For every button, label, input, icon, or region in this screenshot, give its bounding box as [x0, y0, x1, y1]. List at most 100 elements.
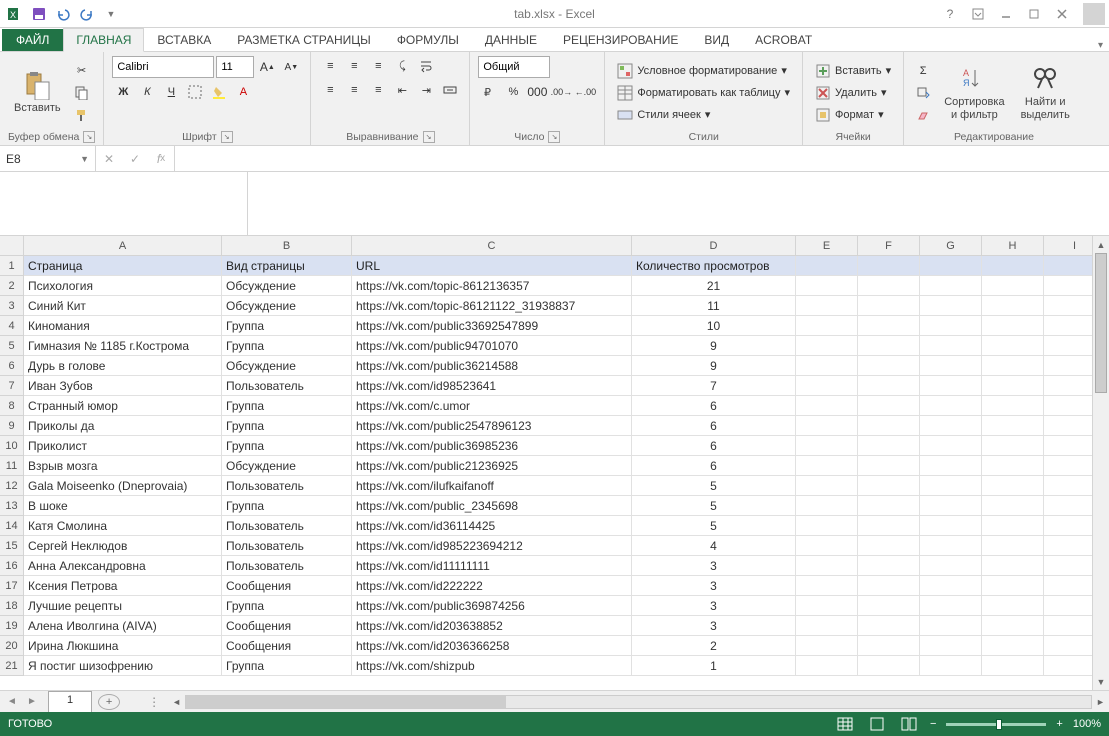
cancel-formula-icon[interactable]: ✕ — [96, 146, 122, 171]
cell[interactable]: 9 — [632, 356, 796, 376]
cell[interactable] — [982, 536, 1044, 556]
cell[interactable]: 6 — [632, 416, 796, 436]
delete-cells-button[interactable]: Удалить ▾ — [811, 83, 895, 103]
cell[interactable]: Пользователь — [222, 556, 352, 576]
cell[interactable] — [920, 256, 982, 276]
row-header[interactable]: 19 — [0, 616, 24, 636]
cell[interactable] — [920, 296, 982, 316]
orientation-icon[interactable]: ⤹ — [391, 56, 413, 76]
zoom-slider[interactable] — [946, 723, 1046, 726]
scroll-track[interactable] — [1093, 253, 1109, 673]
font-dialog-launcher[interactable]: ↘ — [221, 131, 233, 143]
cell[interactable]: Анна Александровна — [24, 556, 222, 576]
row-header[interactable]: 11 — [0, 456, 24, 476]
cell[interactable] — [858, 476, 920, 496]
cell[interactable] — [982, 356, 1044, 376]
name-box[interactable]: E8▼ — [0, 146, 96, 171]
tab-file[interactable]: ФАЙЛ — [2, 29, 63, 51]
align-right-icon[interactable]: ≡ — [367, 80, 389, 100]
row-header[interactable]: 2 — [0, 276, 24, 296]
cell[interactable]: Пользователь — [222, 536, 352, 556]
row-header[interactable]: 18 — [0, 596, 24, 616]
cell[interactable]: https://vk.com/public36214588 — [352, 356, 632, 376]
cell[interactable]: Группа — [222, 656, 352, 676]
format-as-table-button[interactable]: Форматировать как таблицу ▾ — [613, 83, 794, 103]
tab-page-layout[interactable]: РАЗМЕТКА СТРАНИЦЫ — [224, 28, 384, 51]
cell[interactable]: 6 — [632, 396, 796, 416]
decrease-font-icon[interactable]: A▼ — [280, 57, 302, 77]
tab-data[interactable]: ДАННЫЕ — [472, 28, 550, 51]
cell[interactable]: https://vk.com/public33692547899 — [352, 316, 632, 336]
zoom-value[interactable]: 100% — [1073, 718, 1101, 730]
cell[interactable]: Сообщения — [222, 576, 352, 596]
cell[interactable] — [982, 416, 1044, 436]
cell[interactable]: Группа — [222, 336, 352, 356]
cell[interactable] — [920, 576, 982, 596]
align-top-icon[interactable]: ≡ — [319, 56, 341, 76]
align-center-icon[interactable]: ≡ — [343, 80, 365, 100]
cell[interactable] — [920, 436, 982, 456]
cell[interactable] — [796, 436, 858, 456]
cell[interactable]: https://vk.com/id2036366258 — [352, 636, 632, 656]
cell[interactable] — [982, 316, 1044, 336]
cell[interactable] — [920, 416, 982, 436]
cell[interactable]: 9 — [632, 336, 796, 356]
bold-icon[interactable]: Ж — [112, 82, 134, 102]
column-header-e[interactable]: E — [796, 236, 858, 255]
cell[interactable] — [796, 256, 858, 276]
cell[interactable]: 4 — [632, 536, 796, 556]
cell[interactable] — [858, 316, 920, 336]
cell[interactable]: Пользователь — [222, 516, 352, 536]
cell[interactable] — [982, 616, 1044, 636]
cell[interactable]: Группа — [222, 316, 352, 336]
sheet-nav-next-icon[interactable]: ► — [24, 696, 40, 707]
cell[interactable] — [982, 556, 1044, 576]
tab-view[interactable]: ВИД — [691, 28, 742, 51]
clipboard-dialog-launcher[interactable]: ↘ — [83, 131, 95, 143]
cell[interactable]: 3 — [632, 556, 796, 576]
increase-decimal-icon[interactable]: .00→ — [550, 82, 572, 102]
row-header[interactable]: 4 — [0, 316, 24, 336]
row-header[interactable]: 1 — [0, 256, 24, 276]
cell[interactable] — [796, 616, 858, 636]
cell[interactable] — [796, 316, 858, 336]
cell[interactable]: https://vk.com/id985223694212 — [352, 536, 632, 556]
cell[interactable] — [982, 336, 1044, 356]
horizontal-scrollbar[interactable]: ⋮ ◄ ► — [140, 691, 1109, 712]
font-size-select[interactable] — [216, 56, 254, 78]
conditional-formatting-button[interactable]: Условное форматирование ▾ — [613, 61, 794, 81]
cell[interactable] — [796, 536, 858, 556]
cell[interactable]: Группа — [222, 496, 352, 516]
cell[interactable] — [858, 596, 920, 616]
cell[interactable] — [858, 616, 920, 636]
hscroll-left-icon[interactable]: ◄ — [168, 697, 185, 707]
fill-color-icon[interactable] — [208, 82, 230, 102]
cell[interactable] — [796, 516, 858, 536]
cell[interactable]: Группа — [222, 596, 352, 616]
hscroll-track[interactable] — [185, 695, 1092, 709]
column-header-f[interactable]: F — [858, 236, 920, 255]
hscroll-thumb[interactable] — [186, 696, 506, 708]
cell[interactable] — [982, 256, 1044, 276]
clear-icon[interactable] — [912, 105, 934, 125]
row-header[interactable]: 14 — [0, 516, 24, 536]
cell[interactable] — [982, 456, 1044, 476]
cell[interactable] — [982, 596, 1044, 616]
cell[interactable] — [920, 656, 982, 676]
cell[interactable] — [796, 496, 858, 516]
cell[interactable] — [858, 296, 920, 316]
row-header[interactable]: 3 — [0, 296, 24, 316]
cell[interactable] — [796, 276, 858, 296]
cell[interactable] — [796, 456, 858, 476]
cell[interactable]: 5 — [632, 476, 796, 496]
cell[interactable]: Группа — [222, 436, 352, 456]
scroll-thumb[interactable] — [1095, 253, 1107, 393]
cell[interactable]: 3 — [632, 576, 796, 596]
tab-insert[interactable]: ВСТАВКА — [144, 28, 224, 51]
row-header[interactable]: 16 — [0, 556, 24, 576]
cell[interactable]: Пользователь — [222, 376, 352, 396]
merge-center-icon[interactable] — [439, 80, 461, 100]
cell[interactable] — [920, 596, 982, 616]
cell[interactable] — [982, 376, 1044, 396]
ribbon-options-icon[interactable]: ▾ — [1098, 40, 1103, 51]
